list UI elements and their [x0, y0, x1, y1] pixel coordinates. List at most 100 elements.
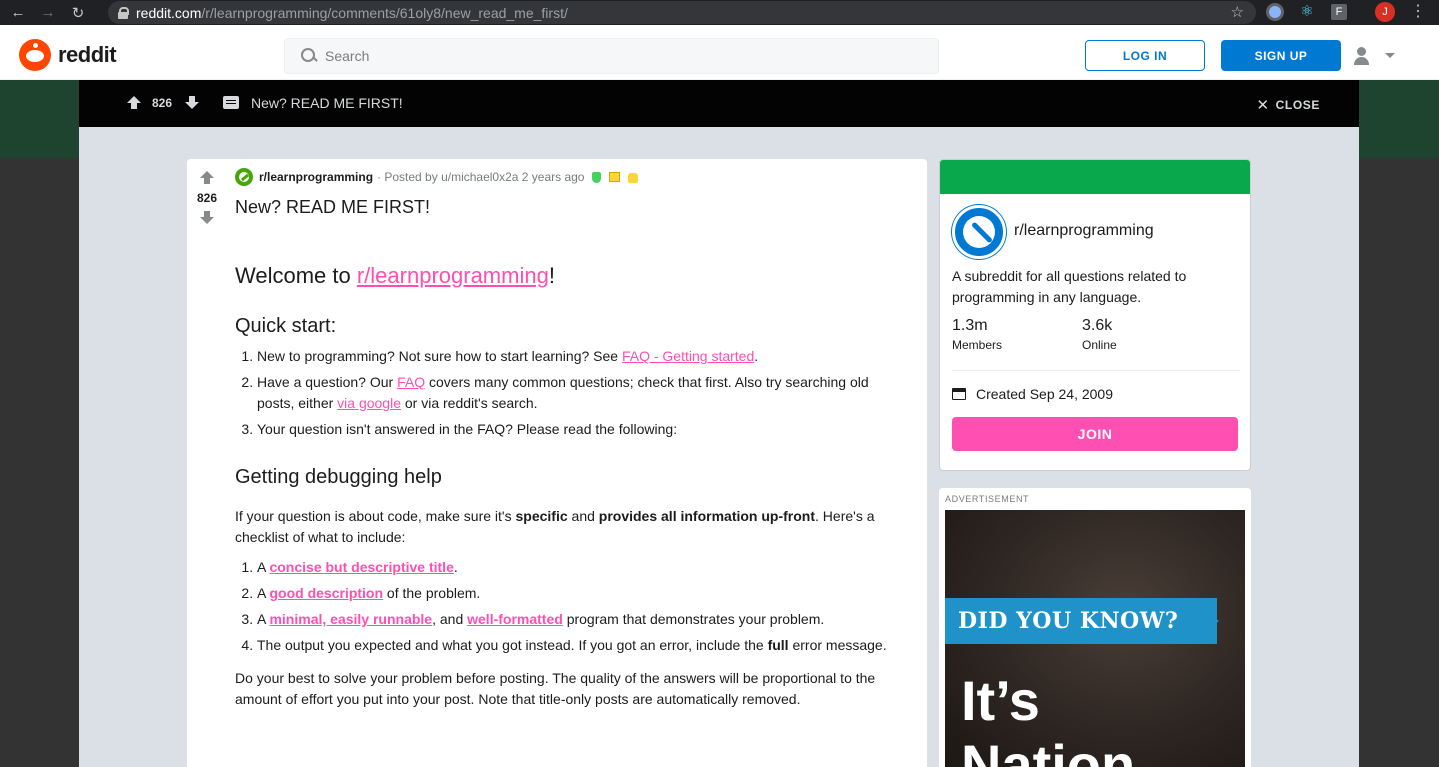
closing-paragraph: Do your best to solve your problem befor… — [235, 670, 876, 707]
snoo-icon — [19, 39, 51, 71]
bookmark-star-icon[interactable]: ☆ — [1231, 3, 1244, 21]
vote-column: 826 — [187, 159, 227, 767]
post-card: 826 r/learnprogramming · Posted by u/mic… — [187, 159, 927, 767]
subreddit-link[interactable]: r/learnprogramming — [357, 263, 549, 288]
post-title: New? READ ME FIRST! — [235, 197, 431, 217]
list-item: New to programming? Not sure how to star… — [257, 346, 887, 367]
minimal-runnable-link[interactable]: minimal, easily runnable — [269, 611, 432, 627]
created-text: Created Sep 24, 2009 — [976, 386, 1113, 402]
online-stat: 3.6k Online — [1082, 317, 1117, 352]
divider — [952, 370, 1240, 371]
via-google-link[interactable]: via google — [337, 395, 401, 411]
logo-text: reddit — [58, 42, 117, 67]
site-header: reddit LOG IN SIGN UP — [0, 25, 1439, 80]
browser-toolbar: ← → ↻ reddit.com/r/learnprogramming/comm… — [0, 0, 1439, 25]
cl-text: A — [257, 611, 270, 627]
downvote-icon[interactable] — [200, 211, 214, 225]
community-description: A subreddit for all questions related to… — [952, 268, 1187, 305]
ad-creative[interactable]: DID YOU KNOW? It’s Nation — [945, 510, 1245, 767]
user-icon-body — [1354, 57, 1369, 65]
ad-ribbon-tip — [1187, 598, 1219, 644]
debug-bold: specific — [515, 508, 568, 524]
extension-f-icon[interactable]: F — [1331, 4, 1347, 20]
cl-text: program that demonstrates your problem. — [562, 611, 825, 627]
topbar-vote-count: 826 — [152, 96, 173, 110]
user-icon — [1357, 47, 1366, 56]
faq-link[interactable]: FAQ — [397, 374, 425, 390]
shield-icon — [592, 171, 602, 183]
members-stat: 1.3m Members — [952, 317, 1002, 352]
debug-intro: If your question is about code, make sur… — [235, 506, 915, 548]
downvote-icon[interactable] — [185, 96, 199, 110]
well-formatted-link[interactable]: well-formatted — [467, 611, 563, 627]
join-button[interactable]: JOIN — [952, 417, 1238, 451]
lock-icon — [118, 6, 129, 19]
community-icon — [952, 205, 1006, 259]
cl-text: A — [257, 585, 270, 601]
cl-text: error message. — [788, 637, 887, 653]
back-icon[interactable]: ← — [6, 4, 30, 21]
browser-menu-icon[interactable]: ⋮ — [1409, 3, 1427, 21]
list-item: A concise but descriptive title. — [257, 557, 897, 578]
login-button[interactable]: LOG IN — [1085, 40, 1205, 71]
lock-icon — [628, 173, 639, 183]
search-input[interactable] — [325, 48, 905, 64]
qs1-text: New to programming? Not sure how to star… — [257, 348, 622, 364]
welcome-prefix: Welcome to — [235, 263, 357, 288]
created-date: Created Sep 24, 2009 — [952, 386, 1113, 402]
profile-avatar[interactable]: J — [1375, 2, 1395, 22]
about-community-card: r/learnprogramming A subreddit for all q… — [939, 159, 1251, 471]
cl-text: of the problem. — [383, 585, 481, 601]
debugging-heading: Getting debugging help — [235, 466, 442, 488]
posted-by: · Posted by u/michael0x2a 2 years ago — [377, 170, 585, 184]
reddit-logo[interactable]: reddit — [19, 39, 117, 71]
forward-icon[interactable]: → — [36, 4, 60, 21]
user-dropdown[interactable] — [1352, 45, 1400, 67]
community-name[interactable]: r/learnprogramming — [1014, 222, 1154, 240]
cake-icon — [952, 388, 966, 400]
cl-text: A — [257, 559, 270, 575]
qs3-text: Your question isn't answered in the FAQ?… — [257, 421, 678, 437]
checklist: A concise but descriptive title. A good … — [257, 557, 897, 656]
ad-ribbon-text: DID YOU KNOW? — [958, 608, 1179, 634]
ad-ribbon: DID YOU KNOW? — [945, 598, 1217, 644]
quick-start-list: New to programming? Not sure how to star… — [257, 346, 887, 440]
cl-text: , and — [432, 611, 468, 627]
upvote-icon[interactable] — [200, 171, 214, 185]
subreddit-link[interactable]: r/learnprogramming — [259, 170, 373, 184]
list-item: Your question isn't answered in the FAQ?… — [257, 419, 887, 440]
qs2-end: or via reddit's search. — [400, 395, 538, 411]
cl-text: . — [453, 559, 458, 575]
list-item: The output you expected and what you got… — [257, 635, 897, 656]
members-count: 1.3m — [952, 317, 988, 334]
topbar-title: New? READ ME FIRST! — [251, 95, 403, 111]
search-bar[interactable] — [284, 38, 939, 74]
address-bar[interactable]: reddit.com/r/learnprogramming/comments/6… — [108, 1, 1256, 24]
online-count: 3.6k — [1082, 317, 1113, 334]
advertisement: ADVERTISEMENT DID YOU KNOW? It’s Nation — [939, 488, 1251, 767]
subreddit-icon[interactable] — [235, 168, 253, 186]
cl-text: The output you expected and what you got… — [257, 637, 768, 653]
list-item: A good description of the problem. — [257, 583, 897, 604]
close-button[interactable]: ✕ CLOSE — [1256, 96, 1320, 114]
members-label: Members — [952, 338, 1003, 352]
debug-text: and — [567, 508, 599, 524]
quick-start-heading: Quick start: — [235, 315, 337, 337]
debug-text: If your question is about code, make sur… — [235, 508, 516, 524]
signup-button[interactable]: SIGN UP — [1221, 40, 1341, 71]
ad-label: ADVERTISEMENT — [945, 494, 1030, 504]
url-host: reddit.com — [136, 4, 202, 21]
list-item: A minimal, easily runnable, and well-for… — [257, 609, 897, 630]
upvote-icon[interactable] — [127, 96, 141, 110]
post-modal: 826 New? READ ME FIRST! ✕ CLOSE 826 r/lea… — [79, 80, 1359, 767]
ad-headline: It’s — [961, 669, 1040, 732]
search-icon — [301, 48, 317, 64]
post-topbar: 826 New? READ ME FIRST! ✕ CLOSE — [79, 80, 1359, 127]
extension-icon[interactable] — [1266, 3, 1284, 21]
concise-title-link[interactable]: concise but descriptive title — [269, 559, 453, 575]
debug-bold: provides all information up-front — [598, 508, 816, 524]
faq-getting-started-link[interactable]: FAQ - Getting started — [622, 348, 754, 364]
react-devtools-icon[interactable]: ⚛ — [1298, 3, 1316, 21]
good-description-link[interactable]: good description — [269, 585, 383, 601]
reload-icon[interactable]: ↻ — [66, 4, 90, 22]
